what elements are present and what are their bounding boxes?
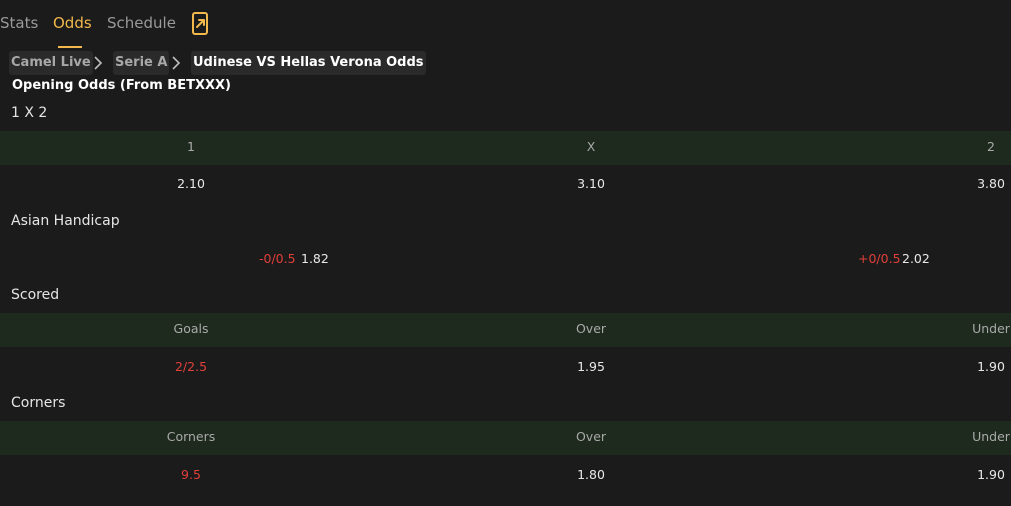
chevron-right-icon: [94, 56, 103, 70]
column-header: 1: [187, 139, 195, 154]
share-icon[interactable]: [191, 12, 211, 36]
tab-schedule[interactable]: Schedule: [107, 14, 176, 32]
table-header-row: [0, 313, 1011, 347]
tab-stats[interactable]: Stats: [0, 14, 38, 32]
section-title-asian-handicap: Asian Handicap: [11, 213, 120, 229]
page-title: Opening Odds (From BETXXX): [12, 78, 231, 93]
odds-value-home: 2.10: [177, 176, 205, 191]
breadcrumb-camel-live[interactable]: Camel Live: [9, 51, 93, 75]
corners-line: 9.5: [181, 467, 201, 482]
column-header: Over: [575, 321, 607, 336]
section-title-1x2: 1 X 2: [11, 105, 48, 121]
breadcrumb-current-page: Udinese VS Hellas Verona Odds: [191, 51, 426, 75]
column-header: Goals: [173, 321, 209, 336]
goals-over-odds: 1.95: [577, 359, 605, 374]
tab-bar: Stats Odds Schedule: [0, 0, 400, 50]
corners-over-odds: 1.80: [577, 467, 605, 482]
handicap-odds-away: 2.02: [902, 251, 930, 266]
column-header: 2: [987, 139, 995, 154]
breadcrumb-serie-a[interactable]: Serie A: [113, 51, 170, 75]
odds-value-away: 3.80: [977, 176, 1005, 191]
section-title-corners: Corners: [11, 395, 66, 411]
odds-value-draw: 3.10: [577, 176, 605, 191]
column-header: Corners: [166, 429, 216, 444]
column-header: Under: [972, 321, 1010, 336]
column-header: X: [586, 139, 596, 154]
table-header-row: [0, 421, 1011, 455]
goals-under-odds: 1.90: [977, 359, 1005, 374]
corners-under-odds: 1.90: [977, 467, 1005, 482]
handicap-odds-home: 1.82: [301, 251, 329, 266]
table-header-row: [0, 131, 1011, 165]
handicap-line-away: +0/0.5: [858, 251, 901, 266]
section-title-scored: Scored: [11, 287, 60, 303]
chevron-right-icon: [172, 56, 181, 70]
active-tab-indicator: [58, 46, 82, 48]
column-header: Under: [972, 429, 1010, 444]
goals-line: 2/2.5: [174, 359, 208, 374]
column-header: Over: [575, 429, 607, 444]
tab-odds[interactable]: Odds: [53, 14, 92, 32]
odds-page: Stats Odds Schedule Camel Live Serie A U…: [0, 0, 1011, 506]
handicap-line-home: -0/0.5: [259, 251, 296, 266]
